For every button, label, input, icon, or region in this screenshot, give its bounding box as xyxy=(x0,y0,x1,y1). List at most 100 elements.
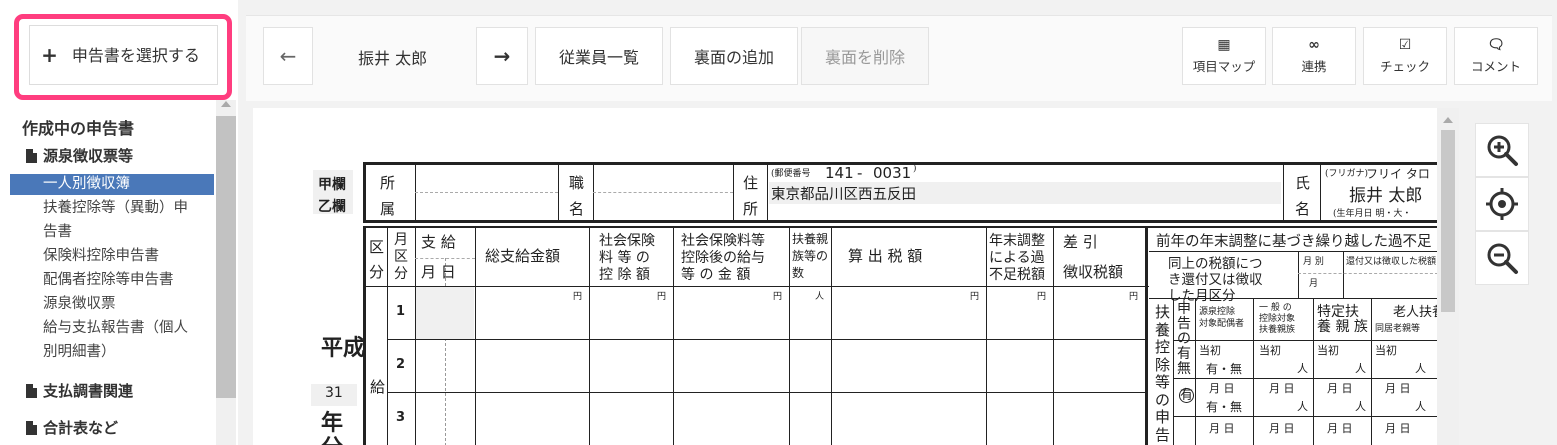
zoom-reset-button[interactable] xyxy=(1475,177,1529,231)
rojin: 老人扶養 xyxy=(1393,305,1437,320)
name-field[interactable]: 振井 太郎 xyxy=(1349,181,1422,206)
crosshairs-icon xyxy=(1486,188,1518,220)
sidebar-item-haigusha[interactable]: 配偶者控除等申告書 xyxy=(0,270,174,291)
viewer-scrollbar-thumb[interactable] xyxy=(1441,130,1455,312)
postal-code-1[interactable]: 141 xyxy=(825,164,854,182)
check-button[interactable]: ☑ チェック xyxy=(1363,27,1447,85)
toushou: 当初 xyxy=(1199,344,1221,357)
col-tsuki-3: 分 xyxy=(394,266,408,282)
tsuki-hi: 月 日 xyxy=(1269,422,1295,435)
kyu-label: 給 xyxy=(370,378,386,396)
sidebar-group-label: 合計表など xyxy=(43,419,119,437)
address-field[interactable]: 東京都品川区西五反田 xyxy=(771,183,916,204)
postal-code-2[interactable]: 0031 xyxy=(873,164,911,182)
toolbar: ← 振井 太郎 → 従業員一覧 裏面の追加 裏面を削除 ▦ 項目マップ ∞ 連携… xyxy=(246,15,1552,101)
sidebar-item-fuyo[interactable]: 扶養控除等（異動）申 xyxy=(0,198,188,219)
col-tax: 算 出 税 額 xyxy=(848,247,923,265)
yu-circled[interactable]: 有 xyxy=(1179,388,1194,403)
sidebar-item-kyuyo-cont[interactable]: 別明細書） xyxy=(0,342,116,363)
arrow-right-icon: → xyxy=(493,44,511,68)
era-year-field[interactable]: 31 xyxy=(325,385,343,401)
dokyo: 同居老親等 xyxy=(1375,324,1421,334)
yen-unit: 円 xyxy=(1129,292,1139,302)
item-map-button[interactable]: ▦ 項目マップ xyxy=(1182,27,1266,85)
scroll-up-arrow-icon[interactable] xyxy=(221,101,231,107)
delete-back-button[interactable]: 裏面を削除 xyxy=(801,27,929,85)
era-label: 平成 xyxy=(321,335,366,361)
ju-label: 住 xyxy=(743,174,759,192)
add-back-button[interactable]: 裏面の追加 xyxy=(670,27,798,85)
sidebar-item-kyuyo[interactable]: 給与支払報告書（個人 xyxy=(0,318,188,339)
next-employee-button[interactable]: → xyxy=(476,27,528,85)
sidebar-group-shiharai[interactable]: 支払調書関連 xyxy=(0,380,133,401)
sidebar-item-ichininbetsu[interactable]: 一人別徴収簿 xyxy=(10,174,214,195)
col-ku: 区 xyxy=(369,238,385,256)
col-adjust-3: 不足税額 xyxy=(989,267,1045,283)
sidebar-nav: 作成中の申告書 源泉徴収票等 一人別徴収簿 扶養控除等（異動）申 告書 保険料控… xyxy=(0,112,214,445)
right-title: 前年の年末調整に基づき繰り越した過不足 xyxy=(1156,234,1432,250)
col-sashihiki: 差 引 xyxy=(1063,233,1098,251)
zoom-in-button[interactable] xyxy=(1475,123,1529,177)
birth-label: (生年月日 明・大・ xyxy=(1333,209,1412,219)
sidebar-item-fuyo-cont[interactable]: 告書 xyxy=(0,222,72,243)
sidebar-group-goukei[interactable]: 合計表など xyxy=(0,417,118,438)
row-2: 2 xyxy=(396,357,406,372)
sidebar-group-label: 源泉徴収票等 xyxy=(43,147,134,165)
col-social-3: 控 除 額 xyxy=(599,267,650,283)
bun-label: 分 xyxy=(321,430,343,445)
row-1: 1 xyxy=(396,304,406,319)
col-withheld: 徴収税額 xyxy=(1063,263,1124,281)
yen-unit: 円 xyxy=(970,292,980,302)
yen-unit: 円 xyxy=(1037,292,1047,302)
sitemap-icon: ▦ xyxy=(1217,36,1231,53)
postal-close: ) xyxy=(913,164,917,174)
yen-unit: 円 xyxy=(773,292,783,302)
umu-option[interactable]: 有・無 xyxy=(1206,398,1242,415)
tsuki-betsu: 月 別 xyxy=(1303,257,1324,267)
toushou: 当初 xyxy=(1375,344,1397,357)
tsuki-hi: 月 日 xyxy=(1209,382,1235,395)
umu-option[interactable]: 有・無 xyxy=(1206,360,1242,377)
furigana-field[interactable]: フリイ タロ xyxy=(1366,165,1430,182)
col-tsuki-hi: 月 日 xyxy=(421,263,456,281)
link-icon: ∞ xyxy=(1308,36,1320,53)
sidebar-group-gensen[interactable]: 源泉徴収票等 xyxy=(0,145,133,166)
tokutei-2: 養 親 族 xyxy=(1317,319,1368,335)
person-unit: 人 xyxy=(1415,400,1426,413)
prev-employee-button[interactable]: ← xyxy=(263,27,313,85)
col-total: 総支給金額 xyxy=(485,247,561,265)
person-unit: 人 xyxy=(1297,400,1308,413)
postal-dash: - xyxy=(857,164,863,182)
yen-unit: 円 xyxy=(573,292,583,302)
col-dep-3: 数 xyxy=(792,266,805,280)
sidebar: + 申告書を選択する 作成中の申告書 源泉徴収票等 一人別徴収簿 扶養控除等（異… xyxy=(0,0,238,445)
employee-name: 振井 太郎 xyxy=(358,49,428,68)
check-label: チェック xyxy=(1379,58,1430,74)
employee-list-button[interactable]: 従業員一覧 xyxy=(535,27,663,85)
mei-label: 名 xyxy=(569,200,585,218)
sidebar-scrollbar-thumb[interactable] xyxy=(216,116,236,398)
select-form-label: 申告書を選択する xyxy=(71,45,200,65)
document-icon xyxy=(26,148,37,163)
refund-label: 還付又は徴収した税額 xyxy=(1346,257,1437,267)
zoom-out-button[interactable] xyxy=(1475,231,1529,285)
tsuki-hi: 月 日 xyxy=(1269,382,1295,395)
sidebar-group-label: 支払調書関連 xyxy=(43,382,134,400)
person-unit: 人 xyxy=(1415,362,1426,375)
link-label: 連携 xyxy=(1301,58,1327,74)
postal-label: (郵便番号 xyxy=(771,169,811,179)
ippan-3: 扶養親族 xyxy=(1259,325,1296,335)
comment-button[interactable]: 🗨 コメント xyxy=(1454,27,1538,85)
comment-label: コメント xyxy=(1470,58,1521,74)
viewer-scroll-up-icon[interactable] xyxy=(1443,117,1453,123)
select-form-button[interactable]: + 申告書を選択する xyxy=(29,25,218,85)
sidebar-item-hoken[interactable]: 保険料控除申告書 xyxy=(0,246,159,267)
tsuki-hi: 月 日 xyxy=(1385,382,1411,395)
sidebar-item-gensen[interactable]: 源泉徴収票 xyxy=(0,294,116,315)
link-button[interactable]: ∞ 連携 xyxy=(1272,27,1356,85)
person-unit: 人 xyxy=(815,292,825,302)
person-unit: 人 xyxy=(1355,362,1366,375)
shi-label: 氏 xyxy=(1295,174,1311,192)
col-dep-2: 族等の xyxy=(792,249,829,263)
document-icon xyxy=(26,420,37,435)
